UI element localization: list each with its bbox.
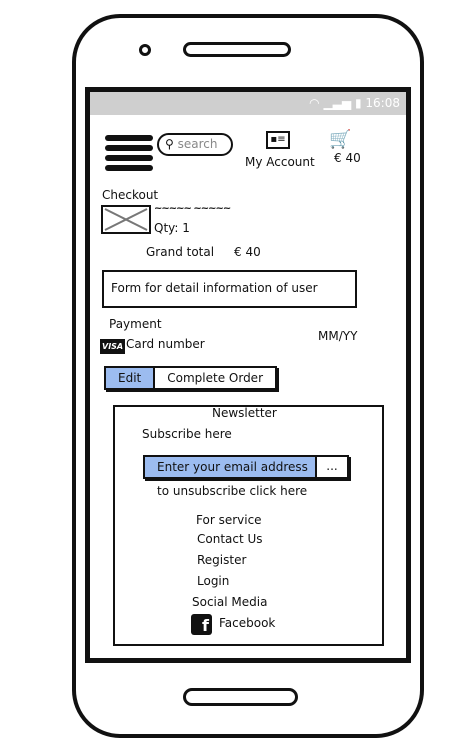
account-card-icon[interactable]: ▪≡: [266, 131, 290, 149]
user-detail-form[interactable]: Form for detail information of user: [102, 270, 357, 308]
grand-total-label: Grand total: [146, 245, 215, 259]
product-name: ~~~~~ ~~~~~: [154, 203, 231, 214]
subscribe-submit-button[interactable]: ...: [317, 457, 347, 477]
cart-total: € 40: [334, 151, 361, 165]
newsletter-title: Newsletter: [212, 406, 277, 420]
product-qty: Qty: 1: [154, 221, 190, 235]
cart-icon[interactable]: 🛒: [329, 130, 351, 150]
status-bar: ◠ ▁▃▅ ▮ 16:08: [90, 92, 406, 115]
menu-icon[interactable]: [105, 135, 153, 171]
footer-login[interactable]: Login: [197, 574, 229, 588]
payment-title: Payment: [109, 317, 162, 331]
edit-button[interactable]: Edit: [106, 368, 156, 388]
my-account-link[interactable]: My Account: [245, 155, 315, 169]
expiry-input[interactable]: MM/YY: [318, 329, 357, 343]
signal-icon: ▁▃▅: [323, 96, 352, 110]
product-image-placeholder: [101, 205, 151, 234]
facebook-link[interactable]: Facebook: [219, 616, 275, 630]
footer-contact-us[interactable]: Contact Us: [197, 532, 263, 546]
action-buttons: Edit Complete Order: [104, 366, 277, 390]
card-number-input[interactable]: Card number: [126, 337, 205, 351]
unsubscribe-link[interactable]: to unsubscribe click here: [157, 484, 307, 498]
email-subscribe-group: Enter your email address ...: [143, 455, 349, 479]
footer-register[interactable]: Register: [197, 553, 246, 567]
complete-order-button[interactable]: Complete Order: [155, 368, 275, 388]
camera-icon: [139, 44, 151, 56]
facebook-icon[interactable]: f: [191, 614, 212, 635]
home-button[interactable]: [183, 688, 298, 706]
search-icon: ⚲: [165, 137, 174, 151]
image-x-icon: [104, 208, 148, 231]
form-text: Form for detail information of user: [111, 281, 318, 295]
subscribe-label: Subscribe here: [142, 427, 232, 441]
status-time: 16:08: [365, 96, 400, 110]
email-input[interactable]: Enter your email address: [145, 457, 317, 477]
grand-total-value: € 40: [234, 245, 261, 259]
wifi-icon: ◠: [309, 96, 320, 110]
footer-social-media: Social Media: [192, 595, 268, 609]
battery-icon: ▮: [354, 96, 362, 110]
speaker-icon: [183, 42, 291, 57]
footer-for-service[interactable]: For service: [196, 513, 262, 527]
search-input[interactable]: ⚲ search: [157, 133, 233, 156]
checkout-title: Checkout: [102, 188, 159, 202]
visa-icon: VISA: [100, 339, 126, 354]
